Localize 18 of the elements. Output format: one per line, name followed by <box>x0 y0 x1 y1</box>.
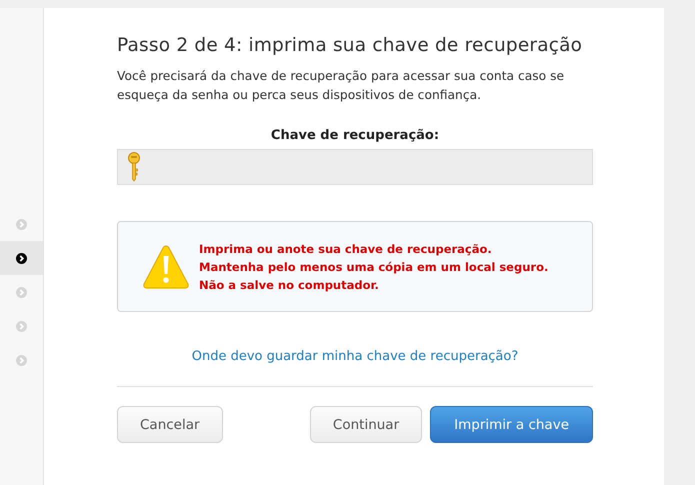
warning-icon <box>142 244 190 290</box>
print-key-button[interactable]: Imprimir a chave <box>430 406 593 443</box>
warning-text: Não a salve no computador. <box>199 276 380 294</box>
chevron-icon <box>16 218 27 230</box>
key-label: Chave de recuperação: <box>270 128 440 143</box>
chevron-icon <box>16 252 27 264</box>
continue-button[interactable]: Continuar <box>310 406 422 443</box>
cancel-button[interactable]: Cancelar <box>117 406 223 443</box>
intro-text: Você precisará da chave de recuperação para acessar sua conta caso se esqueça da senha ou perca seus dispositivos de confiança. <box>117 68 566 104</box>
chevron-icon <box>16 354 27 366</box>
step-item[interactable] <box>0 241 43 275</box>
help-link[interactable]: Onde devo guardar minha chave de recuperação? <box>192 349 518 364</box>
key-icon <box>128 152 140 182</box>
warning-text: Imprima ou anote sua chave de recuperação. <box>199 240 493 258</box>
warning-text: Mantenha pelo menos uma cópia em um local seguro. <box>199 258 548 276</box>
step-title: Passo 2 de 4: imprima sua chave de recuperação <box>117 35 584 56</box>
chevron-icon <box>16 286 27 298</box>
chevron-icon <box>16 320 27 332</box>
